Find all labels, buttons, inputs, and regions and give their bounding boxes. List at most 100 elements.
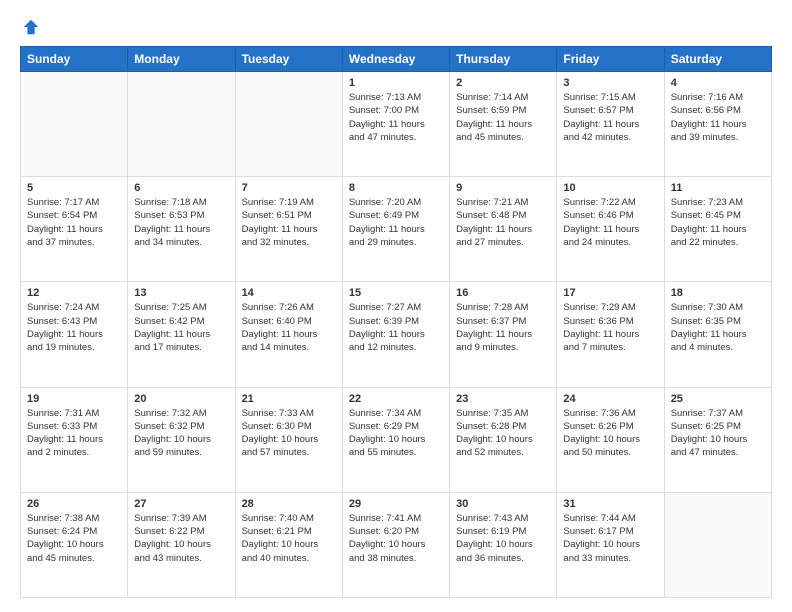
- day-number: 13: [134, 287, 228, 299]
- table-row: [21, 72, 128, 177]
- day-info: Sunrise: 7:16 AM Sunset: 6:56 PM Dayligh…: [671, 91, 765, 144]
- day-number: 1: [349, 77, 443, 89]
- table-row: 6 Sunrise: 7:18 AM Sunset: 6:53 PM Daylig…: [128, 177, 235, 282]
- day-number: 15: [349, 287, 443, 299]
- day-info: Sunrise: 7:15 AM Sunset: 6:57 PM Dayligh…: [563, 91, 657, 144]
- day-info: Sunrise: 7:27 AM Sunset: 6:39 PM Dayligh…: [349, 301, 443, 354]
- logo-icon: [22, 18, 40, 36]
- table-row: 10 Sunrise: 7:22 AM Sunset: 6:46 PM Dayli…: [557, 177, 664, 282]
- col-friday: Friday: [557, 47, 664, 72]
- table-row: 4 Sunrise: 7:16 AM Sunset: 6:56 PM Daylig…: [664, 72, 771, 177]
- table-row: 12 Sunrise: 7:24 AM Sunset: 6:43 PM Dayli…: [21, 282, 128, 387]
- day-info: Sunrise: 7:29 AM Sunset: 6:36 PM Dayligh…: [563, 301, 657, 354]
- day-number: 8: [349, 182, 443, 194]
- table-row: 16Sunrise: 7:28 AM Sunset: 6:37 PM Dayli…: [450, 282, 557, 387]
- table-row: 20Sunrise: 7:32 AM Sunset: 6:32 PM Dayli…: [128, 387, 235, 492]
- table-row: 7Sunrise: 7:19 AM Sunset: 6:51 PM Daylig…: [235, 177, 342, 282]
- day-info: Sunrise: 7:28 AM Sunset: 6:37 PM Dayligh…: [456, 301, 550, 354]
- day-info: Sunrise: 7:40 AM Sunset: 6:21 PM Dayligh…: [242, 512, 336, 565]
- day-info: Sunrise: 7:35 AM Sunset: 6:28 PM Dayligh…: [456, 407, 550, 460]
- table-row: 8 Sunrise: 7:20 AM Sunset: 6:49 PM Daylig…: [342, 177, 449, 282]
- table-row: 13 Sunrise: 7:25 AM Sunset: 6:42 PM Dayli…: [128, 282, 235, 387]
- day-info: Sunrise: 7:22 AM Sunset: 6:46 PM Dayligh…: [563, 196, 657, 249]
- day-info: Sunrise: 7:34 AM Sunset: 6:29 PM Dayligh…: [349, 407, 443, 460]
- day-number: 21: [242, 393, 336, 405]
- table-row: 14 Sunrise: 7:26 AM Sunset: 6:40 PM Dayli…: [235, 282, 342, 387]
- logo: [20, 18, 40, 36]
- day-info: Sunrise: 7:31 AM Sunset: 6:33 PM Dayligh…: [27, 407, 121, 460]
- day-number: 30: [456, 498, 550, 510]
- table-row: 3 Sunrise: 7:15 AM Sunset: 6:57 PM Daylig…: [557, 72, 664, 177]
- table-row: 1 Sunrise: 7:13 AM Sunset: 7:00 PM Daylig…: [342, 72, 449, 177]
- calendar-week-row: 19Sunrise: 7:31 AM Sunset: 6:33 PM Dayli…: [21, 387, 772, 492]
- day-info: Sunrise: 7:41 AM Sunset: 6:20 PM Dayligh…: [349, 512, 443, 565]
- col-wednesday: Wednesday: [342, 47, 449, 72]
- day-info: Sunrise: 7:13 AM Sunset: 7:00 PM Dayligh…: [349, 91, 443, 144]
- calendar-week-row: 5 Sunrise: 7:17 AM Sunset: 6:54 PM Daylig…: [21, 177, 772, 282]
- day-number: 7: [242, 182, 336, 194]
- table-row: 26 Sunrise: 7:38 AM Sunset: 6:24 PM Dayli…: [21, 492, 128, 597]
- day-info: Sunrise: 7:14 AM Sunset: 6:59 PM Dayligh…: [456, 91, 550, 144]
- day-info: Sunrise: 7:24 AM Sunset: 6:43 PM Dayligh…: [27, 301, 121, 354]
- table-row: 28 Sunrise: 7:40 AM Sunset: 6:21 PM Dayli…: [235, 492, 342, 597]
- day-info: Sunrise: 7:20 AM Sunset: 6:49 PM Dayligh…: [349, 196, 443, 249]
- day-number: 3: [563, 77, 657, 89]
- day-info: Sunrise: 7:33 AM Sunset: 6:30 PM Dayligh…: [242, 407, 336, 460]
- header: [20, 18, 772, 36]
- day-number: 25: [671, 393, 765, 405]
- table-row: 29 Sunrise: 7:41 AM Sunset: 6:20 PM Dayli…: [342, 492, 449, 597]
- col-monday: Monday: [128, 47, 235, 72]
- day-number: 9: [456, 182, 550, 194]
- table-row: 19Sunrise: 7:31 AM Sunset: 6:33 PM Dayli…: [21, 387, 128, 492]
- day-number: 10: [563, 182, 657, 194]
- table-row: 25 Sunrise: 7:37 AM Sunset: 6:25 PM Dayli…: [664, 387, 771, 492]
- day-info: Sunrise: 7:25 AM Sunset: 6:42 PM Dayligh…: [134, 301, 228, 354]
- day-info: Sunrise: 7:23 AM Sunset: 6:45 PM Dayligh…: [671, 196, 765, 249]
- table-row: [128, 72, 235, 177]
- day-info: Sunrise: 7:26 AM Sunset: 6:40 PM Dayligh…: [242, 301, 336, 354]
- table-row: 30 Sunrise: 7:43 AM Sunset: 6:19 PM Dayli…: [450, 492, 557, 597]
- table-row: 18 Sunrise: 7:30 AM Sunset: 6:35 PM Dayli…: [664, 282, 771, 387]
- calendar-week-row: 1 Sunrise: 7:13 AM Sunset: 7:00 PM Daylig…: [21, 72, 772, 177]
- day-info: Sunrise: 7:17 AM Sunset: 6:54 PM Dayligh…: [27, 196, 121, 249]
- day-number: 11: [671, 182, 765, 194]
- day-info: Sunrise: 7:44 AM Sunset: 6:17 PM Dayligh…: [563, 512, 657, 565]
- day-number: 12: [27, 287, 121, 299]
- day-number: 28: [242, 498, 336, 510]
- table-row: 27 Sunrise: 7:39 AM Sunset: 6:22 PM Dayli…: [128, 492, 235, 597]
- day-number: 18: [671, 287, 765, 299]
- day-info: Sunrise: 7:38 AM Sunset: 6:24 PM Dayligh…: [27, 512, 121, 565]
- col-sunday: Sunday: [21, 47, 128, 72]
- day-number: 29: [349, 498, 443, 510]
- day-info: Sunrise: 7:30 AM Sunset: 6:35 PM Dayligh…: [671, 301, 765, 354]
- day-number: 24: [563, 393, 657, 405]
- table-row: 9Sunrise: 7:21 AM Sunset: 6:48 PM Daylig…: [450, 177, 557, 282]
- day-number: 27: [134, 498, 228, 510]
- day-number: 14: [242, 287, 336, 299]
- table-row: 17Sunrise: 7:29 AM Sunset: 6:36 PM Dayli…: [557, 282, 664, 387]
- calendar-header-row: Sunday Monday Tuesday Wednesday Thursday…: [21, 47, 772, 72]
- day-info: Sunrise: 7:36 AM Sunset: 6:26 PM Dayligh…: [563, 407, 657, 460]
- table-row: 22 Sunrise: 7:34 AM Sunset: 6:29 PM Dayli…: [342, 387, 449, 492]
- table-row: 24 Sunrise: 7:36 AM Sunset: 6:26 PM Dayli…: [557, 387, 664, 492]
- day-number: 22: [349, 393, 443, 405]
- day-number: 2: [456, 77, 550, 89]
- day-info: Sunrise: 7:37 AM Sunset: 6:25 PM Dayligh…: [671, 407, 765, 460]
- day-number: 20: [134, 393, 228, 405]
- table-row: [235, 72, 342, 177]
- table-row: 21 Sunrise: 7:33 AM Sunset: 6:30 PM Dayli…: [235, 387, 342, 492]
- day-info: Sunrise: 7:39 AM Sunset: 6:22 PM Dayligh…: [134, 512, 228, 565]
- table-row: 5 Sunrise: 7:17 AM Sunset: 6:54 PM Daylig…: [21, 177, 128, 282]
- col-saturday: Saturday: [664, 47, 771, 72]
- day-number: 23: [456, 393, 550, 405]
- day-info: Sunrise: 7:43 AM Sunset: 6:19 PM Dayligh…: [456, 512, 550, 565]
- col-thursday: Thursday: [450, 47, 557, 72]
- table-row: 11 Sunrise: 7:23 AM Sunset: 6:45 PM Dayli…: [664, 177, 771, 282]
- day-number: 5: [27, 182, 121, 194]
- day-info: Sunrise: 7:18 AM Sunset: 6:53 PM Dayligh…: [134, 196, 228, 249]
- day-number: 4: [671, 77, 765, 89]
- calendar-week-row: 12 Sunrise: 7:24 AM Sunset: 6:43 PM Dayli…: [21, 282, 772, 387]
- day-number: 26: [27, 498, 121, 510]
- calendar-week-row: 26 Sunrise: 7:38 AM Sunset: 6:24 PM Dayli…: [21, 492, 772, 597]
- day-number: 6: [134, 182, 228, 194]
